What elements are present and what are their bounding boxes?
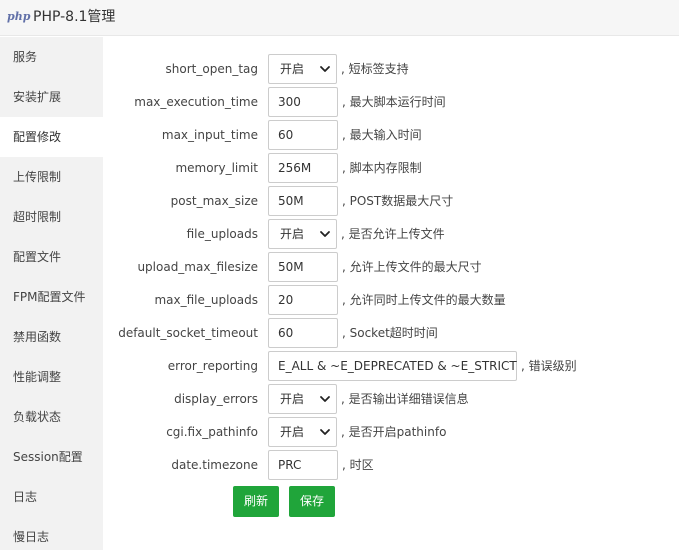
save-button[interactable]: 保存 [289, 486, 335, 517]
setting-value: 300 [278, 95, 301, 109]
setting-input[interactable]: 20 [268, 285, 338, 315]
setting-description: , 脚本内存限制 [342, 161, 422, 175]
setting-select[interactable]: 开启 [268, 417, 337, 447]
setting-description: , 最大脚本运行时间 [342, 95, 446, 109]
setting-row: default_socket_timeout 60 , Socket超时时间 [103, 316, 679, 350]
refresh-button[interactable]: 刷新 [233, 486, 279, 517]
sidebar-item[interactable]: FPM配置文件 [0, 277, 103, 317]
chevron-down-icon [320, 396, 330, 402]
sidebar-item[interactable]: Session配置 [0, 437, 103, 477]
setting-select[interactable]: 开启 [268, 384, 337, 414]
sidebar: 服务 安装扩展 配置修改 上传限制 超时限制 配置文件 FPM配置文件 禁用函数 性能调整 负载状… [0, 37, 103, 550]
sidebar-item[interactable]: 上传限制 [0, 157, 103, 197]
setting-label: memory_limit [175, 161, 258, 175]
setting-label: date.timezone [171, 458, 258, 472]
setting-label: short_open_tag [165, 62, 258, 76]
sidebar-item[interactable]: 慢日志 [0, 517, 103, 557]
setting-input[interactable]: E_ALL & ~E_DEPRECATED & ~E_STRICT [268, 351, 517, 381]
window-title: PHP-8.1管理 [33, 9, 116, 25]
setting-row: max_execution_time 300 , 最大脚本运行时间 [103, 85, 679, 119]
setting-row: error_reporting E_ALL & ~E_DEPRECATED & ~… [103, 349, 679, 383]
setting-value: 50M [278, 260, 304, 274]
setting-value: 开启 [280, 392, 305, 406]
sidebar-item[interactable]: 配置文件 [0, 237, 103, 277]
setting-select[interactable]: 开启 [268, 219, 337, 249]
setting-value: 开启 [280, 62, 305, 76]
chevron-down-icon [320, 231, 330, 237]
sidebar-item[interactable]: 安装扩展 [0, 77, 103, 117]
title-bar: php PHP-8.1管理 [0, 0, 679, 36]
setting-value: 256M [278, 161, 312, 175]
chevron-down-icon [320, 429, 330, 435]
sidebar-item[interactable]: 禁用函数 [0, 317, 103, 357]
setting-value: 60 [278, 326, 294, 340]
setting-description: , 允许同时上传文件的最大数量 [342, 293, 506, 307]
setting-label: max_execution_time [134, 95, 258, 109]
setting-row: short_open_tag 开启 , 短标签支持 [103, 52, 679, 86]
setting-row: max_input_time 60 , 最大输入时间 [103, 118, 679, 152]
setting-select[interactable]: 开启 [268, 54, 337, 84]
setting-row: display_errors 开启 , 是否输出详细错误信息 [103, 382, 679, 416]
setting-label: cgi.fix_pathinfo [166, 425, 258, 439]
setting-description: , 错误级别 [521, 359, 577, 373]
setting-description: , 短标签支持 [341, 62, 409, 76]
setting-description: , POST数据最大尺寸 [342, 194, 454, 208]
setting-description: , 最大输入时间 [342, 128, 422, 142]
setting-row: upload_max_filesize 50M , 允许上传文件的最大尺寸 [103, 250, 679, 284]
setting-input[interactable]: 60 [268, 318, 338, 348]
setting-description: , 是否允许上传文件 [341, 227, 445, 241]
setting-description: , 允许上传文件的最大尺寸 [342, 260, 482, 274]
setting-input[interactable]: 60 [268, 120, 338, 150]
php-logo-icon: php [7, 10, 31, 23]
setting-row: file_uploads 开启 , 是否允许上传文件 [103, 217, 679, 251]
chevron-down-icon [320, 66, 330, 72]
setting-row: memory_limit 256M , 脚本内存限制 [103, 151, 679, 185]
setting-value: 20 [278, 293, 294, 307]
setting-row: post_max_size 50M , POST数据最大尺寸 [103, 184, 679, 218]
setting-value: 开启 [280, 425, 305, 439]
setting-input[interactable]: PRC [268, 450, 338, 480]
setting-label: display_errors [174, 392, 258, 406]
setting-label: upload_max_filesize [137, 260, 258, 274]
setting-row: max_file_uploads 20 , 允许同时上传文件的最大数量 [103, 283, 679, 317]
setting-input[interactable]: 300 [268, 87, 338, 117]
setting-description: , 时区 [342, 458, 374, 472]
setting-description: , 是否开启pathinfo [341, 425, 447, 439]
setting-description: , 是否输出详细错误信息 [341, 392, 469, 406]
setting-label: max_input_time [161, 128, 258, 142]
setting-label: error_reporting [167, 359, 258, 373]
setting-row: date.timezone PRC , 时区 [103, 448, 679, 482]
setting-row: cgi.fix_pathinfo 开启 , 是否开启pathinfo [103, 415, 679, 449]
setting-input[interactable]: 256M [268, 153, 338, 183]
setting-value: 60 [278, 128, 294, 142]
setting-value: PRC [278, 458, 302, 472]
sidebar-item[interactable]: 配置修改 [0, 117, 103, 157]
setting-label: file_uploads [186, 227, 258, 241]
setting-value: E_ALL & ~E_DEPRECATED & ~E_STRICT [278, 359, 517, 373]
setting-description: , Socket超时时间 [342, 326, 438, 340]
setting-label: default_socket_timeout [118, 326, 258, 340]
setting-input[interactable]: 50M [268, 186, 338, 216]
setting-label: max_file_uploads [154, 293, 258, 307]
setting-input[interactable]: 50M [268, 252, 338, 282]
sidebar-item[interactable]: 日志 [0, 477, 103, 517]
setting-label: post_max_size [170, 194, 258, 208]
sidebar-item[interactable]: 超时限制 [0, 197, 103, 237]
setting-value: 50M [278, 194, 304, 208]
sidebar-item[interactable]: 服务 [0, 37, 103, 77]
setting-value: 开启 [280, 227, 305, 241]
sidebar-item[interactable]: 负载状态 [0, 397, 103, 437]
sidebar-item[interactable]: 性能调整 [0, 357, 103, 397]
